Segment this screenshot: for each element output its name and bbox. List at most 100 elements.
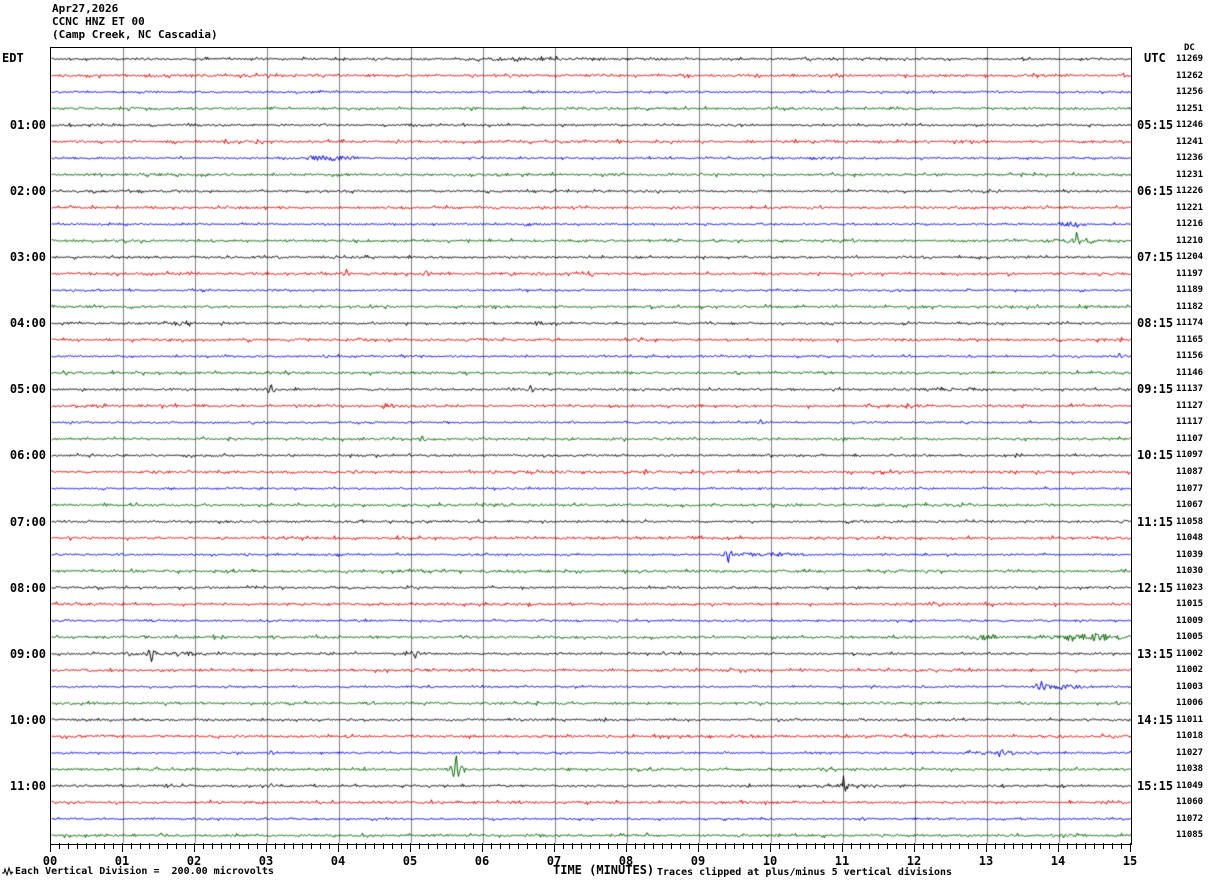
minor-tick [329, 843, 330, 849]
dc-value: 11018 [1176, 731, 1204, 742]
major-tick [266, 843, 267, 852]
utc-label: 12:15 [1137, 580, 1174, 595]
edt-label: 10:00 [9, 712, 46, 727]
dc-column-header: DC [1184, 43, 1195, 53]
major-tick [698, 843, 699, 852]
x-tick-label: 13 [978, 854, 994, 868]
dc-value: 11003 [1176, 681, 1204, 692]
utc-label: 06:15 [1137, 184, 1174, 199]
minor-tick [824, 843, 825, 849]
minor-tick [59, 843, 60, 849]
minor-tick [383, 843, 384, 849]
minor-tick [644, 843, 645, 849]
dc-value: 11262 [1176, 70, 1204, 81]
minor-tick [86, 843, 87, 849]
dc-value: 11030 [1176, 566, 1204, 577]
x-tick-label: 11 [834, 854, 850, 868]
utc-label: 15:15 [1137, 778, 1174, 793]
minor-tick [617, 843, 618, 849]
minor-tick [392, 843, 393, 849]
minor-tick [1049, 843, 1050, 849]
minor-tick [221, 843, 222, 849]
dc-value: 11174 [1176, 318, 1204, 329]
utc-label: 09:15 [1137, 382, 1174, 397]
dc-value: 11048 [1176, 533, 1204, 544]
x-tick-label: 12 [906, 854, 922, 868]
dc-value: 11027 [1176, 747, 1204, 758]
minor-tick [1022, 843, 1023, 849]
minor-tick [77, 843, 78, 849]
x-axis-title: TIME (MINUTES) [553, 863, 655, 877]
edt-label: 06:00 [9, 448, 46, 463]
utc-label: 11:15 [1137, 514, 1174, 529]
minor-tick [635, 843, 636, 849]
dc-value: 11077 [1176, 483, 1204, 494]
minor-tick [455, 843, 456, 849]
x-tick-label: 04 [330, 854, 346, 868]
dc-value: 11156 [1176, 351, 1204, 362]
helicorder-page: Apr27,2026 CCNC HNZ ET 00 (Camp Creek, N… [0, 0, 1210, 886]
minor-tick [1040, 843, 1041, 849]
edt-label: 05:00 [9, 382, 46, 397]
minor-tick [734, 843, 735, 849]
minor-tick [374, 843, 375, 849]
minor-tick [581, 843, 582, 849]
seismogram-traces-canvas [51, 48, 1131, 843]
x-tick-label: 15 [1122, 854, 1138, 868]
minor-tick [572, 843, 573, 849]
minor-tick [806, 843, 807, 849]
minor-tick [860, 843, 861, 849]
dc-value: 11005 [1176, 632, 1204, 643]
dc-value: 11097 [1176, 450, 1204, 461]
minor-tick [608, 843, 609, 849]
x-tick-label: 14 [1050, 854, 1066, 868]
dc-value: 11049 [1176, 780, 1204, 791]
minor-tick [869, 843, 870, 849]
minor-tick [977, 843, 978, 849]
major-tick [1130, 843, 1131, 852]
minor-tick [563, 843, 564, 849]
major-tick [842, 843, 843, 852]
minor-tick [491, 843, 492, 849]
minor-tick [284, 843, 285, 849]
minor-tick [131, 843, 132, 849]
minor-tick [239, 843, 240, 849]
major-tick [50, 843, 51, 852]
minor-tick [365, 843, 366, 849]
minor-tick [212, 843, 213, 849]
minor-tick [599, 843, 600, 849]
minor-tick [743, 843, 744, 849]
minor-tick [1067, 843, 1068, 849]
dc-value: 11256 [1176, 87, 1204, 98]
minor-tick [878, 843, 879, 849]
minor-tick [1094, 843, 1095, 849]
x-tick-label: 09 [690, 854, 706, 868]
minor-tick [419, 843, 420, 849]
dc-value: 11197 [1176, 268, 1204, 279]
minor-tick [995, 843, 996, 849]
station-code: CCNC HNZ ET 00 [52, 15, 145, 28]
dc-value: 11087 [1176, 467, 1204, 477]
dc-value: 11002 [1176, 648, 1204, 659]
utc-label: 07:15 [1137, 250, 1174, 265]
dc-value: 11210 [1176, 235, 1204, 246]
minor-tick [167, 843, 168, 849]
minor-tick [1103, 843, 1104, 849]
minor-tick [176, 843, 177, 849]
dc-value: 11204 [1176, 252, 1204, 263]
edt-label: 09:00 [9, 646, 46, 661]
dc-value: 11182 [1176, 301, 1204, 312]
minor-tick [590, 843, 591, 849]
minor-tick [500, 843, 501, 849]
minor-tick [707, 843, 708, 849]
minor-tick [536, 843, 537, 849]
dc-value: 11107 [1176, 433, 1204, 444]
minor-tick [185, 843, 186, 849]
minor-tick [896, 843, 897, 849]
minor-tick [428, 843, 429, 849]
edt-label: 03:00 [9, 250, 46, 265]
minor-tick [752, 843, 753, 849]
major-tick [626, 843, 627, 852]
minor-tick [149, 843, 150, 849]
edt-label: 04:00 [9, 316, 46, 331]
